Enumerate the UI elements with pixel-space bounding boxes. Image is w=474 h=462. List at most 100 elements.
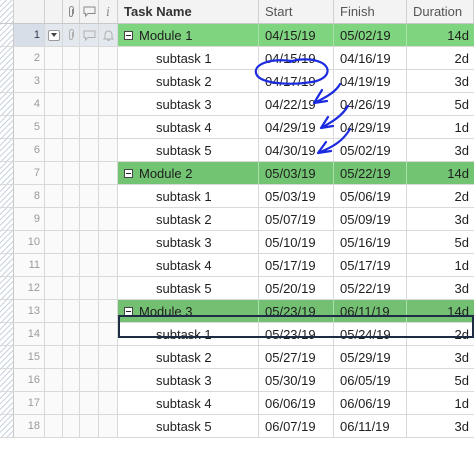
comment-cell[interactable] <box>80 300 99 322</box>
row-action-cell[interactable] <box>45 93 63 115</box>
attachment-cell[interactable] <box>63 277 80 299</box>
reminder-cell[interactable] <box>99 300 118 322</box>
finish-date-cell[interactable]: 05/22/19 <box>334 277 407 299</box>
comment-cell[interactable] <box>80 185 99 207</box>
task-name-cell[interactable]: Module 1 <box>118 24 259 46</box>
finish-header[interactable]: Finish <box>334 0 407 23</box>
start-date-cell[interactable]: 05/07/19 <box>259 208 334 230</box>
info-icon[interactable]: i <box>99 0 118 23</box>
finish-date-cell[interactable]: 06/11/19 <box>334 300 407 322</box>
comment-cell[interactable] <box>80 415 99 437</box>
table-row[interactable]: 18 subtask 5 06/07/19 06/11/19 3d <box>0 415 474 438</box>
row-action-cell[interactable] <box>45 415 63 437</box>
start-date-cell[interactable]: 04/22/19 <box>259 93 334 115</box>
duration-cell[interactable]: 14d <box>407 300 474 322</box>
task-name-header[interactable]: Task Name <box>118 0 259 23</box>
comment-cell[interactable] <box>80 277 99 299</box>
duration-cell[interactable]: 1d <box>407 116 474 138</box>
start-date-cell[interactable]: 04/15/19 <box>259 24 334 46</box>
row-action-cell[interactable] <box>45 254 63 276</box>
start-date-cell[interactable]: 05/23/19 <box>259 300 334 322</box>
duration-cell[interactable]: 3d <box>407 346 474 368</box>
reminder-cell[interactable] <box>99 70 118 92</box>
task-name-cell[interactable]: subtask 2 <box>118 346 259 368</box>
row-number[interactable]: 8 <box>14 185 45 207</box>
row-number[interactable]: 14 <box>14 323 45 345</box>
comment-cell[interactable] <box>80 369 99 391</box>
comment-cell[interactable] <box>80 70 99 92</box>
task-name-cell[interactable]: subtask 5 <box>118 415 259 437</box>
reminder-cell[interactable] <box>99 369 118 391</box>
attachment-cell[interactable] <box>63 208 80 230</box>
start-date-cell[interactable]: 04/15/19 <box>259 47 334 69</box>
table-row[interactable]: 9 subtask 2 05/07/19 05/09/19 3d <box>0 208 474 231</box>
start-header[interactable]: Start <box>259 0 334 23</box>
row-number[interactable]: 18 <box>14 415 45 437</box>
duration-cell[interactable]: 2d <box>407 185 474 207</box>
row-action-cell[interactable] <box>45 139 63 161</box>
reminder-cell[interactable] <box>99 254 118 276</box>
duration-cell[interactable]: 3d <box>407 415 474 437</box>
reminder-cell[interactable] <box>99 24 118 46</box>
attachment-cell[interactable] <box>63 346 80 368</box>
row-number[interactable]: 15 <box>14 346 45 368</box>
duration-cell[interactable]: 2d <box>407 323 474 345</box>
finish-date-cell[interactable]: 04/29/19 <box>334 116 407 138</box>
duration-cell[interactable]: 1d <box>407 254 474 276</box>
reminder-cell[interactable] <box>99 116 118 138</box>
reminder-cell[interactable] <box>99 346 118 368</box>
row-action-cell[interactable] <box>45 24 63 46</box>
attachment-cell[interactable] <box>63 231 80 253</box>
duration-cell[interactable]: 14d <box>407 162 474 184</box>
start-date-cell[interactable]: 04/29/19 <box>259 116 334 138</box>
finish-date-cell[interactable]: 05/06/19 <box>334 185 407 207</box>
duration-cell[interactable]: 3d <box>407 70 474 92</box>
comment-cell[interactable] <box>80 346 99 368</box>
attachment-cell[interactable] <box>63 47 80 69</box>
collapse-toggle-icon[interactable] <box>124 306 133 316</box>
row-number[interactable]: 2 <box>14 47 45 69</box>
comment-cell[interactable] <box>80 139 99 161</box>
table-row[interactable]: 12 subtask 5 05/20/19 05/22/19 3d <box>0 277 474 300</box>
attachment-cell[interactable] <box>63 70 80 92</box>
finish-date-cell[interactable]: 05/16/19 <box>334 231 407 253</box>
duration-cell[interactable]: 5d <box>407 93 474 115</box>
table-row[interactable]: 8 subtask 1 05/03/19 05/06/19 2d <box>0 185 474 208</box>
attachment-cell[interactable] <box>63 116 80 138</box>
reminder-cell[interactable] <box>99 392 118 414</box>
table-row[interactable]: 11 subtask 4 05/17/19 05/17/19 1d <box>0 254 474 277</box>
start-date-cell[interactable]: 05/27/19 <box>259 346 334 368</box>
collapse-toggle-icon[interactable] <box>124 168 133 178</box>
row-number[interactable]: 13 <box>14 300 45 322</box>
table-row[interactable]: 6 subtask 5 04/30/19 05/02/19 3d <box>0 139 474 162</box>
start-date-cell[interactable]: 06/07/19 <box>259 415 334 437</box>
task-name-cell[interactable]: subtask 5 <box>118 277 259 299</box>
row-number[interactable]: 17 <box>14 392 45 414</box>
task-name-cell[interactable]: subtask 1 <box>118 47 259 69</box>
task-name-cell[interactable]: subtask 2 <box>118 208 259 230</box>
task-name-cell[interactable]: subtask 4 <box>118 254 259 276</box>
attachment-cell[interactable] <box>63 139 80 161</box>
attachment-cell[interactable] <box>63 369 80 391</box>
finish-date-cell[interactable]: 06/11/19 <box>334 415 407 437</box>
row-action-cell[interactable] <box>45 185 63 207</box>
comment-cell[interactable] <box>80 162 99 184</box>
parent-row[interactable]: 7 Module 2 05/03/19 05/22/19 14d <box>0 162 474 185</box>
start-date-cell[interactable]: 05/03/19 <box>259 162 334 184</box>
row-menu-dropdown-icon[interactable] <box>47 29 60 41</box>
row-number[interactable]: 9 <box>14 208 45 230</box>
attachment-cell[interactable] <box>63 323 80 345</box>
attachment-cell[interactable] <box>63 254 80 276</box>
row-action-cell[interactable] <box>45 369 63 391</box>
row-action-cell[interactable] <box>45 208 63 230</box>
duration-cell[interactable]: 3d <box>407 139 474 161</box>
finish-date-cell[interactable]: 06/05/19 <box>334 369 407 391</box>
row-number[interactable]: 16 <box>14 369 45 391</box>
reminder-cell[interactable] <box>99 323 118 345</box>
row-action-cell[interactable] <box>45 392 63 414</box>
attachment-cell[interactable] <box>63 300 80 322</box>
finish-date-cell[interactable]: 06/06/19 <box>334 392 407 414</box>
task-name-cell[interactable]: subtask 3 <box>118 93 259 115</box>
attachment-cell[interactable] <box>63 93 80 115</box>
comment-cell[interactable] <box>80 323 99 345</box>
